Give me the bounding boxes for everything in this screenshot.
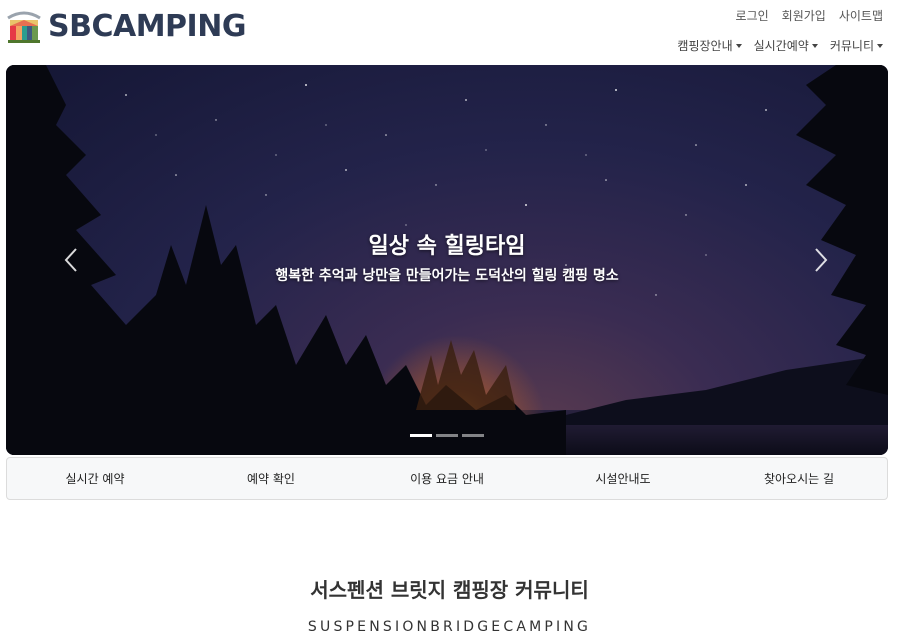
caret-down-icon xyxy=(877,43,883,48)
caret-down-icon xyxy=(735,43,742,48)
quick-menu-reservation-check[interactable]: 예약 확인 xyxy=(183,458,359,499)
quick-menu-directions[interactable]: 찾아오시는 길 xyxy=(711,458,887,499)
signup-link[interactable]: 회원가입 xyxy=(782,7,826,24)
utility-links: 로그인 회원가입 사이트맵 xyxy=(736,7,883,24)
quick-menu: 실시간 예약 예약 확인 이용 요금 안내 시설안내도 찾아오시는 길 xyxy=(6,457,888,500)
carousel-prev-button[interactable] xyxy=(56,245,86,275)
hero-title: 일상 속 힐링타임 xyxy=(368,234,526,259)
nav-item-label: 실시간예약 xyxy=(753,39,809,53)
nav-item-label: 커뮤니티 xyxy=(829,39,874,53)
hero-subtitle: 행복한 추억과 낭만을 만들어가는 도덕산의 힐링 캠핑 명소 xyxy=(275,268,619,284)
community-title: 서스펜션 브릿지 캠핑장 커뮤니티 xyxy=(310,578,589,602)
camping-logo-icon xyxy=(7,11,41,43)
site-header: SBCAMPING 로그인 회원가입 사이트맵 캠핑장안내 실시간예약 커뮤니티 xyxy=(0,0,899,62)
sitemap-link[interactable]: 사이트맵 xyxy=(839,7,883,24)
quick-menu-pricing[interactable]: 이용 요금 안내 xyxy=(359,458,535,499)
carousel-next-button[interactable] xyxy=(806,245,836,275)
nav-item-reservation[interactable]: 실시간예약 xyxy=(754,37,818,54)
carousel-indicators xyxy=(6,434,888,437)
quick-menu-realtime-reservation[interactable]: 실시간 예약 xyxy=(7,458,183,499)
community-subtitle: SUSPENSIONBRIDGECAMPING xyxy=(307,619,592,635)
chevron-right-icon xyxy=(815,248,828,272)
nav-item-label: 캠핑장안내 xyxy=(677,39,733,53)
carousel-indicator[interactable] xyxy=(436,434,458,437)
hero-carousel: 일상 속 힐링타임 행복한 추억과 낭만을 만들어가는 도덕산의 힐링 캠핑 명… xyxy=(6,65,888,455)
login-link[interactable]: 로그인 xyxy=(736,7,769,24)
chevron-left-icon xyxy=(64,248,77,272)
caret-down-icon xyxy=(811,43,818,48)
quick-menu-facility-map[interactable]: 시설안내도 xyxy=(535,458,711,499)
night-forest-image xyxy=(6,65,888,455)
brand-name: SBCAMPING xyxy=(48,9,246,44)
main-nav: 캠핑장안내 실시간예약 커뮤니티 xyxy=(677,37,883,54)
nav-item-community[interactable]: 커뮤니티 xyxy=(830,37,883,54)
carousel-indicator[interactable] xyxy=(462,434,484,437)
site-logo[interactable]: SBCAMPING xyxy=(6,10,246,44)
carousel-indicator[interactable] xyxy=(410,434,432,437)
nav-item-campsite-info[interactable]: 캠핑장안내 xyxy=(677,37,742,54)
